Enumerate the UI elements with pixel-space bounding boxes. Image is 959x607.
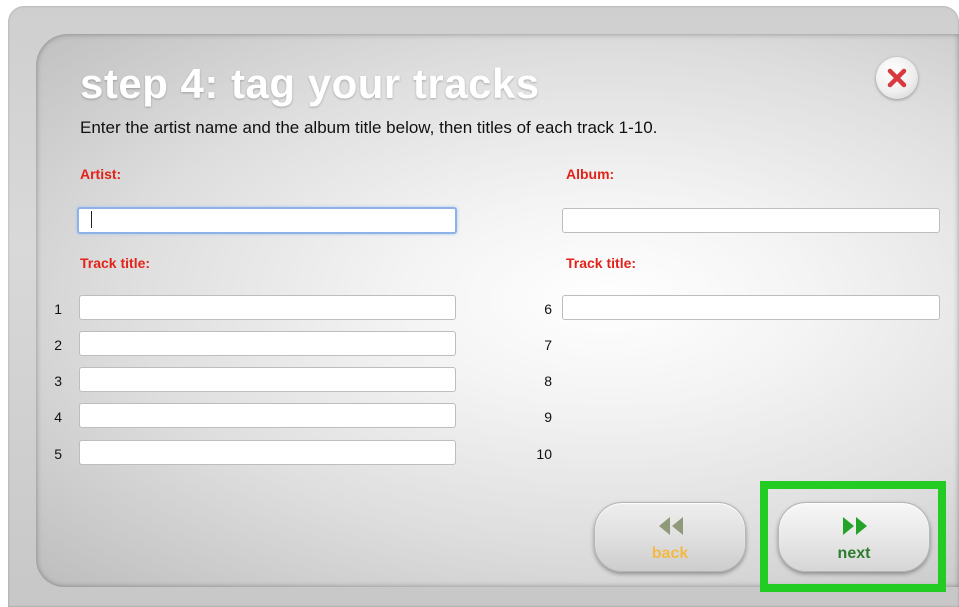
track-number: 8	[544, 373, 552, 389]
track-number: 5	[54, 446, 62, 462]
track-number: 3	[54, 373, 62, 389]
back-button-label: back	[651, 545, 689, 562]
track-number: 2	[54, 337, 62, 353]
track-6-input[interactable]	[562, 295, 940, 320]
next-button-label: next	[837, 545, 871, 562]
next-button[interactable]: next	[778, 502, 930, 572]
text-caret	[91, 211, 92, 228]
close-icon	[887, 68, 907, 88]
back-button[interactable]: back	[594, 502, 746, 572]
track-number: 6	[544, 301, 552, 317]
dialog-title: step 4: tag your tracks	[80, 60, 540, 107]
track-number: 10	[536, 446, 552, 462]
track-3-input[interactable]	[79, 367, 456, 392]
artist-input[interactable]	[77, 207, 457, 234]
track-4-input[interactable]	[79, 403, 456, 428]
track-title-label-right: Track title:	[566, 255, 637, 271]
fast-forward-icon	[843, 517, 867, 535]
rewind-icon	[659, 517, 683, 535]
artist-label: Artist:	[80, 166, 122, 182]
instructions-text: Enter the artist name and the album titl…	[80, 118, 658, 137]
track-2-input[interactable]	[79, 331, 456, 356]
track-number: 1	[54, 301, 62, 317]
close-button[interactable]	[876, 57, 918, 99]
track-1-input[interactable]	[79, 295, 456, 320]
track-number: 4	[54, 409, 62, 425]
album-label: Album:	[566, 166, 615, 182]
album-input[interactable]	[562, 208, 940, 233]
track-number: 9	[544, 409, 552, 425]
track-title-label-left: Track title:	[80, 255, 151, 271]
track-number: 7	[544, 337, 552, 353]
track-5-input[interactable]	[79, 440, 456, 465]
